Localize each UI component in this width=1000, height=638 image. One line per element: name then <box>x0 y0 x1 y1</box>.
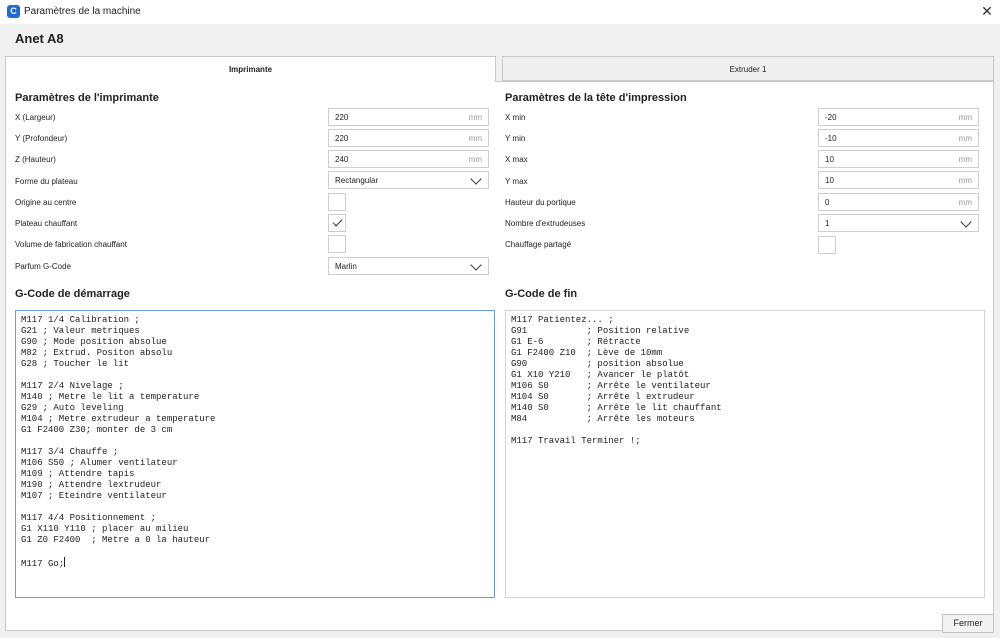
shared-heater-label: Chauffage partagé <box>505 240 572 249</box>
gcode-flavor-label: Parfum G-Code <box>15 262 72 271</box>
heated-volume-label: Volume de fabrication chauffant <box>15 240 127 249</box>
x-min-unit: mm <box>958 113 972 122</box>
y-max-label: Y max <box>505 177 528 186</box>
x-width-label: X (Largeur) <box>15 113 56 122</box>
heated-volume-checkbox[interactable] <box>328 235 346 253</box>
y-min-unit: mm <box>958 134 972 143</box>
y-min-field[interactable]: -10 mm <box>818 129 979 147</box>
extruder-count-label: Nombre d'extrudeuses <box>505 219 586 228</box>
gcode-flavor-select[interactable]: Marlin <box>328 257 489 275</box>
chevron-down-icon <box>470 173 482 185</box>
bed-shape-label: Forme du plateau <box>15 177 78 186</box>
text-caret <box>64 557 66 567</box>
machine-name: Anet A8 <box>15 31 64 46</box>
chevron-down-icon <box>960 216 972 228</box>
heated-bed-label: Plateau chauffant <box>15 219 78 228</box>
gcode-flavor-value: Marlin <box>335 262 357 271</box>
z-height-value: 240 <box>335 155 349 164</box>
x-max-value: 10 <box>825 155 834 164</box>
z-height-label: Z (Hauteur) <box>15 155 56 164</box>
z-height-unit: mm <box>468 155 482 164</box>
extruder-count-select[interactable]: 1 <box>818 214 979 232</box>
start-gcode-text: M117 1/4 Calibration ; G21 ; Valeur metr… <box>21 315 216 569</box>
x-width-value: 220 <box>335 113 349 122</box>
tab-printer[interactable]: Imprimante <box>5 56 496 82</box>
gantry-height-unit: mm <box>958 198 972 207</box>
shared-heater-checkbox[interactable] <box>818 236 836 254</box>
x-max-field[interactable]: 10 mm <box>818 150 979 168</box>
end-gcode-title: G-Code de fin <box>505 288 578 300</box>
origin-center-checkbox[interactable] <box>328 193 346 211</box>
gantry-height-label: Hauteur du portique <box>505 198 576 207</box>
x-min-label: X min <box>505 113 526 122</box>
chevron-down-icon <box>470 259 482 271</box>
window-title: Paramètres de la machine <box>24 6 141 17</box>
extruder-count-value: 1 <box>825 219 830 228</box>
checkmark-icon <box>332 216 343 227</box>
title-bar: C Paramètres de la machine ✕ <box>0 0 1000 24</box>
gantry-height-value: 0 <box>825 198 830 207</box>
close-button[interactable]: Fermer <box>942 614 994 633</box>
x-width-unit: mm <box>468 113 482 122</box>
printer-settings-title: Paramètres de l'imprimante <box>15 92 159 104</box>
y-depth-field[interactable]: 220 mm <box>328 129 489 147</box>
y-max-value: 10 <box>825 176 834 185</box>
x-max-unit: mm <box>958 155 972 164</box>
cura-logo-icon: C <box>7 5 20 18</box>
y-min-value: -10 <box>825 134 837 143</box>
end-gcode-text: M117 Patientez... ; G91 ; Position relat… <box>511 315 722 446</box>
y-depth-unit: mm <box>468 134 482 143</box>
gantry-height-field[interactable]: 0 mm <box>818 193 979 211</box>
start-gcode-editor[interactable]: M117 1/4 Calibration ; G21 ; Valeur metr… <box>15 310 495 598</box>
heated-bed-checkbox[interactable] <box>328 214 346 232</box>
origin-center-label: Origine au centre <box>15 198 77 207</box>
y-depth-value: 220 <box>335 134 349 143</box>
x-max-label: X max <box>505 155 528 164</box>
z-height-field[interactable]: 240 mm <box>328 150 489 168</box>
bed-shape-select[interactable]: Rectangular <box>328 171 489 189</box>
start-gcode-title: G-Code de démarrage <box>15 288 130 300</box>
y-min-label: Y min <box>505 134 526 143</box>
x-min-value: -20 <box>825 113 837 122</box>
x-width-field[interactable]: 220 mm <box>328 108 489 126</box>
y-max-field[interactable]: 10 mm <box>818 171 979 189</box>
y-depth-label: Y (Profondeur) <box>15 134 68 143</box>
end-gcode-editor[interactable]: M117 Patientez... ; G91 ; Position relat… <box>505 310 985 598</box>
y-max-unit: mm <box>958 176 972 185</box>
bed-shape-value: Rectangular <box>335 176 379 185</box>
printhead-settings-title: Paramètres de la tête d'impression <box>505 92 687 104</box>
close-window-button[interactable]: ✕ <box>978 2 996 20</box>
tab-extruder-1[interactable]: Extruder 1 <box>502 56 994 81</box>
x-min-field[interactable]: -20 mm <box>818 108 979 126</box>
